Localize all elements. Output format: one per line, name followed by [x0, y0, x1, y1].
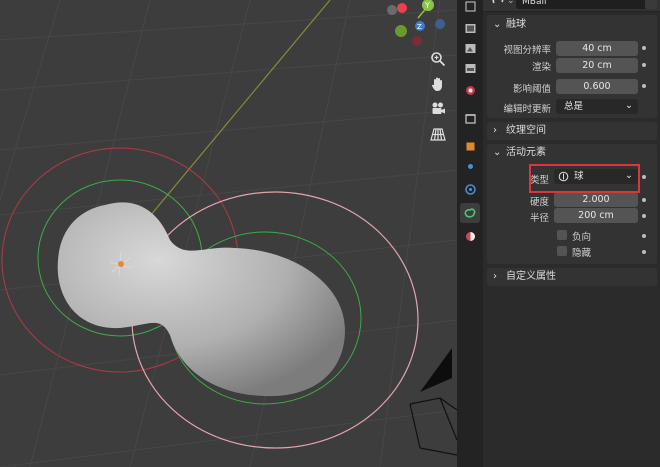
keyframe-dot[interactable]: [642, 250, 646, 254]
tab-render[interactable]: [460, 18, 480, 38]
influence-threshold-label: 影响阈值: [512, 84, 551, 95]
custom-properties-header[interactable]: › 自定义属性: [487, 268, 657, 286]
stiffness-field[interactable]: 2.000: [554, 192, 638, 207]
camera-triangle-icon: [420, 348, 452, 392]
radius-label: 半径: [529, 213, 549, 224]
tab-material[interactable]: [460, 226, 480, 246]
chevron-right-icon: ›: [493, 125, 497, 136]
gizmo-z-label: Z: [417, 23, 422, 31]
3d-viewport[interactable]: Y Z: [0, 0, 457, 467]
highlight-box: [529, 164, 640, 193]
properties-tab-bar: [457, 0, 483, 467]
resolution-viewport-label: 视图分辨率: [503, 45, 551, 56]
active-element-header[interactable]: ⌄ 活动元素: [487, 144, 657, 162]
texture-space-header[interactable]: › 纹理空间: [487, 122, 657, 140]
metaball-panel: ⌄ 融球 视图分辨率 40 cm 渲染 20 cm 影响阈值 0.600 编辑时…: [487, 15, 657, 118]
blender-window: Y Z ⌄ MBall ⌄ 融球 视图分辨率 40 cm 渲染 20 cm 影响…: [0, 0, 660, 467]
navigation-gizmo: [387, 0, 445, 46]
perspective-grid-icon[interactable]: [427, 123, 449, 145]
tab-scene[interactable]: [460, 80, 480, 100]
camera-view-icon[interactable]: [427, 98, 449, 120]
hide-label: 隐藏: [572, 248, 592, 259]
tab-physics[interactable]: [460, 179, 480, 199]
metaball-panel-header[interactable]: ⌄ 融球: [487, 16, 657, 34]
viewport-tools: [427, 48, 451, 148]
fake-user-button[interactable]: [645, 0, 657, 9]
chevron-down-icon: ⌄: [493, 19, 502, 30]
influence-threshold-field[interactable]: 0.600: [556, 79, 638, 94]
chevron-down-icon: ⌄: [493, 147, 502, 158]
tab-object[interactable]: [460, 136, 480, 156]
keyframe-dot[interactable]: [642, 198, 646, 202]
header-chevron-icon[interactable]: ⌄: [507, 0, 515, 6]
resolution-render-label: 渲染: [531, 62, 551, 73]
tab-view-layer[interactable]: [460, 58, 480, 78]
negative-label: 负向: [572, 232, 592, 243]
chevron-down-icon: ⌄: [625, 100, 633, 111]
keyframe-dot[interactable]: [642, 84, 646, 88]
tab-modifiers[interactable]: [460, 156, 480, 176]
gizmo-y-label: Y: [424, 1, 430, 10]
tab-output[interactable]: [460, 38, 480, 58]
camera-frustum: [409, 397, 457, 456]
radius-field[interactable]: 200 cm: [554, 208, 638, 223]
pan-hand-icon[interactable]: [427, 73, 449, 95]
viewport-scene: Y Z: [0, 0, 457, 467]
properties-header: ⌄ MBall: [483, 0, 660, 12]
tab-tool[interactable]: [460, 0, 480, 16]
properties-editor: ⌄ MBall ⌄ 融球 视图分辨率 40 cm 渲染 20 cm 影响阈值 0…: [483, 0, 660, 467]
data-name-field[interactable]: MBall: [516, 0, 647, 9]
keyframe-dot[interactable]: [642, 63, 646, 67]
keyframe-dot[interactable]: [642, 46, 646, 50]
keyframe-dot[interactable]: [642, 234, 646, 238]
metaball-mesh: [57, 202, 346, 397]
stiffness-label: 硬度: [529, 197, 549, 208]
negative-checkbox[interactable]: [557, 230, 567, 240]
resolution-viewport-field[interactable]: 40 cm: [556, 41, 638, 56]
chevron-right-icon: ›: [493, 271, 497, 282]
resolution-render-field[interactable]: 20 cm: [556, 58, 638, 73]
metaball-data-icon: [492, 0, 504, 4]
keyframe-dot[interactable]: [642, 214, 646, 218]
texture-space-panel: › 纹理空间: [487, 122, 657, 140]
keyframe-dot[interactable]: [642, 175, 646, 179]
zoom-icon[interactable]: [427, 48, 449, 70]
tab-data-metaball[interactable]: [460, 203, 480, 223]
active-element-panel: ⌄ 活动元素 类型 球 ⌄ 硬度 2.000 半径 200 cm 负向 隐藏: [487, 144, 657, 264]
hide-checkbox[interactable]: [557, 246, 567, 256]
tab-world[interactable]: [460, 108, 480, 128]
custom-properties-panel: › 自定义属性: [487, 268, 657, 286]
update-on-edit-dropdown[interactable]: 总是 ⌄: [556, 99, 638, 114]
update-on-edit-label: 编辑时更新: [503, 104, 551, 115]
